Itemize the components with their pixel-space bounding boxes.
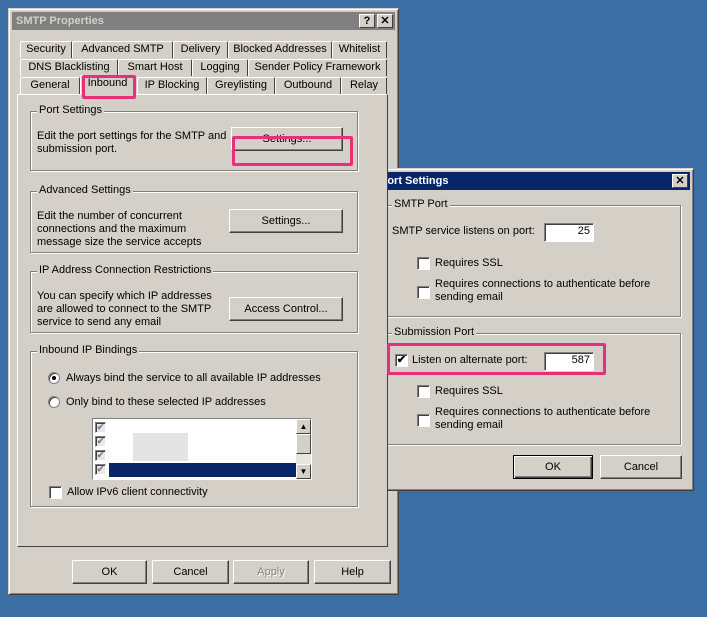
bind-all-radio[interactable] [48,372,60,384]
ip-restrictions-desc-line1: You can specify which IP addresses [37,290,212,302]
dialog-ok-button[interactable]: OK [513,455,593,479]
radio-selected-dot [52,376,56,380]
bind-selected-label[interactable]: Only bind to these selected IP addresses [66,396,266,409]
tab-whitelist[interactable]: Whitelist [332,41,387,58]
advanced-settings-desc-line1: Edit the number of concurrent [37,210,182,222]
smtp-port-group: SMTP Port SMTP service listens on port: … [385,198,681,317]
tab-greylisting[interactable]: Greylisting [207,77,275,94]
access-control-button[interactable]: Access Control... [229,297,343,321]
submission-port-group: Submission Port ✔ Listen on alternate po… [385,326,681,445]
selected-row-highlight [109,463,297,477]
submission-requires-auth-label-line2[interactable]: sending email [435,419,503,432]
tab-advanced-smtp[interactable]: Advanced SMTP [72,41,173,58]
advanced-settings-desc-line2: connections and the maximum [37,223,187,235]
tab-inbound[interactable]: Inbound [80,75,135,95]
smtp-requires-auth-label-line2[interactable]: sending email [435,291,503,304]
list-item-checkbox[interactable]: ✔ [95,450,106,461]
smtp-listen-label: SMTP service listens on port: [392,225,535,237]
list-item[interactable]: ✔ [95,449,295,463]
smtp-port-title: SMTP Port [392,198,450,210]
port-settings-desc-line1: Edit the port settings for the SMTP and [37,130,227,142]
port-settings-button[interactable]: Settings... [231,127,343,151]
smtp-requires-ssl-checkbox[interactable] [417,257,430,270]
close-icon: ✕ [380,15,390,27]
submission-port-title: Submission Port [392,326,477,338]
inbound-tab-panel: Port Settings Edit the port settings for… [17,94,388,547]
close-title-button[interactable]: ✕ [377,14,393,28]
ok-button[interactable]: OK [72,560,147,584]
ip-bindings-title: Inbound IP Bindings [37,344,140,356]
allow-ipv6-checkbox[interactable] [49,486,62,499]
ip-restrictions-title: IP Address Connection Restrictions [37,264,214,276]
tab-dns-blacklisting[interactable]: DNS Blacklisting [20,59,118,76]
inbound-ip-bindings-group: Inbound IP Bindings Always bind the serv… [30,344,358,507]
scroll-thumb[interactable] [296,434,311,454]
list-item[interactable]: ✔ [95,435,295,449]
tab-security[interactable]: Security [20,41,72,58]
dialog-cancel-button[interactable]: Cancel [600,455,682,479]
tab-blocked-addresses[interactable]: Blocked Addresses [228,41,332,58]
ip-restrictions-desc-line3: service to send any email [37,316,162,328]
advanced-settings-desc-line3: message size the service accepts [37,236,202,248]
dialog-title: Port Settings [380,175,449,187]
allow-ipv6-label[interactable]: Allow IPv6 client connectivity [67,486,208,499]
ip-restrictions-group: IP Address Connection Restrictions You c… [30,264,358,333]
port-settings-desc-line2: submission port. [37,143,118,155]
smtp-requires-auth-checkbox[interactable] [417,286,430,299]
submission-requires-ssl-checkbox[interactable] [417,385,430,398]
close-icon: ✕ [675,175,685,187]
port-settings-group: Port Settings Edit the port settings for… [30,104,358,171]
advanced-settings-group: Advanced Settings Edit the number of con… [30,184,358,253]
port-settings-title: Port Settings [37,104,104,116]
list-item-checkbox[interactable]: ✔ [95,422,106,433]
dialog-close-button[interactable]: ✕ [672,174,688,188]
listbox-scrollbar[interactable]: ▲ ▼ [296,419,311,479]
advanced-settings-button[interactable]: Settings... [229,209,343,233]
scroll-down-icon[interactable]: ▼ [296,464,311,479]
help-title-button[interactable]: ? [359,14,375,28]
smtp-requires-ssl-label[interactable]: Requires SSL [435,257,503,270]
bind-selected-radio[interactable] [48,396,60,408]
redacted-ip-block [133,433,188,461]
list-item-checkbox[interactable]: ✔ [95,464,106,475]
listen-alternate-label[interactable]: Listen on alternate port: [412,354,528,367]
submission-requires-ssl-label[interactable]: Requires SSL [435,385,503,398]
tab-ip-blocking[interactable]: IP Blocking [137,77,207,94]
tab-outbound[interactable]: Outbound [275,77,341,94]
tab-relay[interactable]: Relay [341,77,387,94]
ip-restrictions-desc-line2: are allowed to connect to the SMTP [37,303,212,315]
tab-general[interactable]: General [20,77,80,94]
tab-delivery[interactable]: Delivery [173,41,228,58]
advanced-settings-title: Advanced Settings [37,184,133,196]
list-item-checkbox[interactable]: ✔ [95,436,106,447]
scroll-up-icon[interactable]: ▲ [296,419,311,434]
listen-alternate-checkbox[interactable]: ✔ [395,354,408,367]
tab-logging[interactable]: Logging [192,59,248,76]
tab-sender-policy-framework[interactable]: Sender Policy Framework [248,59,387,76]
submission-requires-auth-label-line1[interactable]: Requires connections to authenticate bef… [435,406,650,419]
help-button[interactable]: Help [314,560,391,584]
window-title: SMTP Properties [16,15,104,27]
submission-requires-auth-checkbox[interactable] [417,414,430,427]
apply-button[interactable]: Apply [233,560,309,584]
bind-all-label[interactable]: Always bind the service to all available… [66,372,321,385]
smtp-properties-titlebar[interactable]: SMTP Properties ? ✕ [12,12,395,30]
smtp-properties-window: SMTP Properties ? ✕ Security Advanced SM… [8,8,399,595]
port-settings-titlebar[interactable]: Port Settings ✕ [376,172,690,190]
ip-address-listbox[interactable]: ✔ ✔ ✔ ✔ ▲ ▼ [92,418,312,480]
tab-smart-host[interactable]: Smart Host [118,59,192,76]
cancel-button[interactable]: Cancel [152,560,229,584]
port-settings-dialog: Port Settings ✕ SMTP Port SMTP service l… [372,168,694,491]
smtp-requires-auth-label-line1[interactable]: Requires connections to authenticate bef… [435,278,650,291]
list-item[interactable]: ✔ [95,421,295,435]
smtp-port-input[interactable]: 25 [544,223,594,242]
submission-port-input[interactable]: 587 [544,352,594,371]
